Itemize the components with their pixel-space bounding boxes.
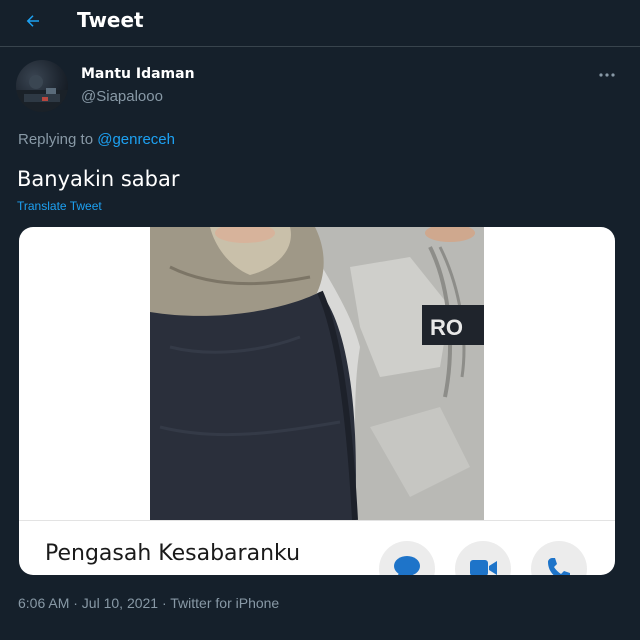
media-photo: RO <box>150 227 484 520</box>
arrow-left-icon <box>26 15 39 27</box>
author-name[interactable]: Mantu Idaman <box>81 66 195 82</box>
chat-bubble-icon <box>394 556 420 575</box>
replying-prefix: Replying to <box>18 131 94 148</box>
author-handle[interactable]: @Siapalooo <box>81 88 163 105</box>
avatar[interactable] <box>16 60 68 112</box>
video-button <box>455 541 511 575</box>
more-button[interactable] <box>592 62 622 88</box>
back-button[interactable] <box>16 4 50 38</box>
phone-icon <box>548 558 570 575</box>
phone-button <box>531 541 587 575</box>
media-card[interactable]: RO Pengasah Kesabaranku <box>19 227 615 575</box>
page-title: Tweet <box>77 8 144 32</box>
video-camera-icon <box>470 560 497 575</box>
translate-tweet-link[interactable]: Translate Tweet <box>17 199 102 213</box>
replying-to: Replying to @genreceh <box>18 131 175 148</box>
reply-mention-link[interactable]: @genreceh <box>97 131 175 148</box>
media-divider <box>19 520 615 521</box>
media-caption: Pengasah Kesabaranku <box>45 541 301 566</box>
chat-button <box>379 541 435 575</box>
tweet-text: Banyakin sabar <box>17 167 180 191</box>
hoodie-print: RO <box>430 315 463 340</box>
tweet-timestamp[interactable]: 6:06 AM · Jul 10, 2021 · Twitter for iPh… <box>18 595 279 611</box>
avatar-image <box>16 75 68 112</box>
photo-image: RO <box>150 227 484 520</box>
top-bar: Tweet <box>0 0 640 47</box>
more-dots-icon <box>599 73 615 77</box>
